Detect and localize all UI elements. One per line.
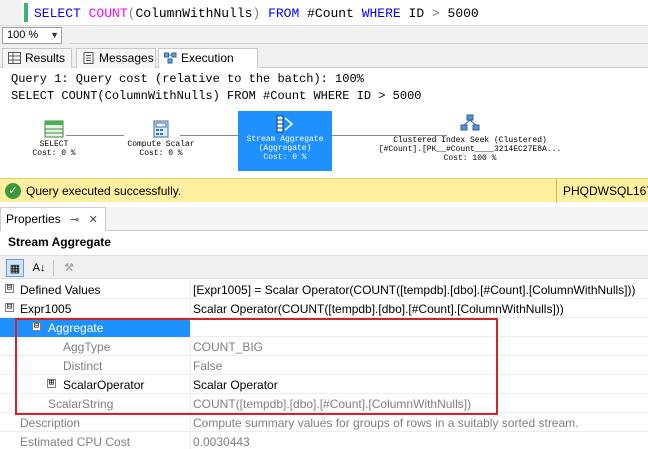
- sql-token: ): [252, 6, 269, 21]
- plan-node-cost: Cost: 0 %: [139, 149, 183, 158]
- chevron-down-icon: ▼: [50, 30, 59, 40]
- zoom-dropdown[interactable]: 100 % ▼: [2, 27, 62, 44]
- plan-node-subname: (Aggregate): [258, 144, 312, 153]
- property-value: 0.0030443: [193, 435, 250, 449]
- query-status-bar: ✓ Query executed successfully. PHQDWSQL1…: [0, 178, 648, 203]
- document-icon: [83, 52, 94, 64]
- property-row-description[interactable]: Description Compute summary values for g…: [0, 413, 648, 432]
- stream-aggregate-icon: [276, 115, 294, 133]
- column-divider: [190, 413, 191, 432]
- properties-toolbar: ▦ A↓ ⚒: [0, 255, 648, 279]
- properties-tab[interactable]: Properties ⊸ ✕: [0, 207, 106, 231]
- pin-icon[interactable]: ⊸: [70, 214, 79, 226]
- tab-messages-label: Messages: [99, 51, 154, 65]
- property-name-cell: ⊟ Expr1005: [0, 299, 190, 318]
- annotation-highlight-box: [15, 318, 498, 415]
- properties-panel-header: Properties ⊸ ✕: [0, 207, 648, 231]
- categorized-icon[interactable]: ▦: [6, 259, 24, 277]
- query-cost-line: Query 1: Query cost (relative to the bat…: [11, 72, 364, 86]
- select-icon: [44, 120, 64, 138]
- property-name-cell: ⊟ Defined Values: [0, 280, 190, 299]
- tab-results-label: Results: [25, 51, 66, 65]
- sql-token: SELECT: [34, 6, 89, 21]
- compute-scalar-icon: [153, 120, 169, 138]
- plan-node-name: Stream Aggregate: [246, 135, 324, 144]
- property-pages-icon[interactable]: ⚒: [60, 259, 78, 277]
- zoom-toolbar: 100 % ▼: [0, 25, 648, 45]
- property-value: Scalar Operator(COUNT([tempdb].[dbo].[#C…: [193, 302, 564, 316]
- tab-execution-plan[interactable]: Execution plan: [158, 48, 258, 83]
- property-name: Expr1005: [20, 302, 72, 316]
- toolbar-divider: [53, 260, 54, 276]
- grid-icon: [8, 52, 21, 64]
- property-name: Estimated CPU Cost: [20, 435, 131, 449]
- plan-node-name: SELECT: [39, 140, 69, 149]
- plan-node-name: Clustered Index Seek (Clustered): [393, 136, 547, 145]
- sql-token: WHERE: [361, 6, 409, 21]
- property-value: [Expr1005] = Scalar Operator(COUNT([temp…: [193, 283, 636, 297]
- change-marker: [24, 3, 28, 22]
- property-name: Defined Values: [20, 283, 101, 297]
- sql-token: >: [431, 6, 448, 21]
- property-name: Description: [20, 416, 81, 430]
- property-row-estimated-cpu-cost[interactable]: Estimated CPU Cost 0.0030443: [0, 432, 648, 449]
- close-icon[interactable]: ✕: [89, 214, 98, 226]
- column-divider: [190, 432, 191, 449]
- plan-node-subname: [#Count].[PK__#Count____3214EC27E8A...: [378, 145, 562, 154]
- properties-title: Properties: [6, 212, 61, 226]
- plan-node-cost: Cost: 0 %: [263, 153, 307, 162]
- plan-node-select[interactable]: SELECT Cost: 0 %: [24, 120, 84, 158]
- plan-node-compute-scalar[interactable]: Compute Scalar Cost: 0 %: [118, 120, 204, 158]
- tab-messages[interactable]: Messages: [76, 48, 156, 68]
- plan-node-name: Compute Scalar: [127, 140, 195, 149]
- sql-token: ColumnWithNulls: [135, 6, 253, 21]
- property-name-cell: Description: [0, 413, 190, 432]
- collapse-icon[interactable]: ⊟: [5, 284, 14, 293]
- plan-node-cost: Cost: 0 %: [32, 149, 76, 158]
- sql-text[interactable]: SELECT COUNT(ColumnWithNulls) FROM #Coun…: [34, 6, 479, 21]
- sort-alphabetical-icon[interactable]: A↓: [30, 259, 48, 277]
- results-tabs: Results Messages Execution plan: [0, 45, 648, 83]
- query-sql-line: SELECT COUNT(ColumnWithNulls) FROM #Coun…: [11, 89, 422, 103]
- status-message: Query executed successfully.: [26, 184, 182, 198]
- server-name: PHQDWSQL16TE: [556, 179, 648, 203]
- execution-plan-pane[interactable]: Query 1: Query cost (relative to the bat…: [0, 68, 648, 176]
- selected-object-name: Stream Aggregate: [8, 235, 111, 249]
- sql-token: COUNT: [88, 6, 128, 21]
- sql-token: #Count: [307, 6, 362, 21]
- plan-node-cost: Cost: 100 %: [443, 154, 497, 163]
- scrollbar-track: [70, 28, 648, 44]
- tab-results[interactable]: Results: [2, 48, 72, 68]
- property-value: Compute summary values for groups of row…: [193, 416, 579, 430]
- property-row-expr1005[interactable]: ⊟ Expr1005 Scalar Operator(COUNT([tempdb…: [0, 299, 648, 318]
- plan-node-stream-aggregate[interactable]: Stream Aggregate (Aggregate) Cost: 0 %: [238, 111, 332, 171]
- column-divider: [190, 299, 191, 318]
- execution-plan-icon: [164, 52, 177, 64]
- property-row-defined-values[interactable]: ⊟ Defined Values [Expr1005] = Scalar Ope…: [0, 280, 648, 299]
- plan-node-clustered-index-seek[interactable]: Clustered Index Seek (Clustered) [#Count…: [370, 114, 570, 163]
- clustered-index-seek-icon: [460, 114, 480, 131]
- zoom-value: 100 %: [7, 29, 39, 41]
- sql-token: 5000: [447, 6, 479, 21]
- sql-token: FROM: [268, 6, 308, 21]
- sql-token: ID: [408, 6, 432, 21]
- query-editor[interactable]: SELECT COUNT(ColumnWithNulls) FROM #Coun…: [0, 0, 648, 25]
- success-check-icon: ✓: [5, 183, 21, 199]
- property-name-cell: Estimated CPU Cost: [0, 432, 190, 449]
- collapse-icon[interactable]: ⊟: [5, 303, 14, 312]
- column-divider: [190, 280, 191, 299]
- editor-gutter: [0, 0, 22, 25]
